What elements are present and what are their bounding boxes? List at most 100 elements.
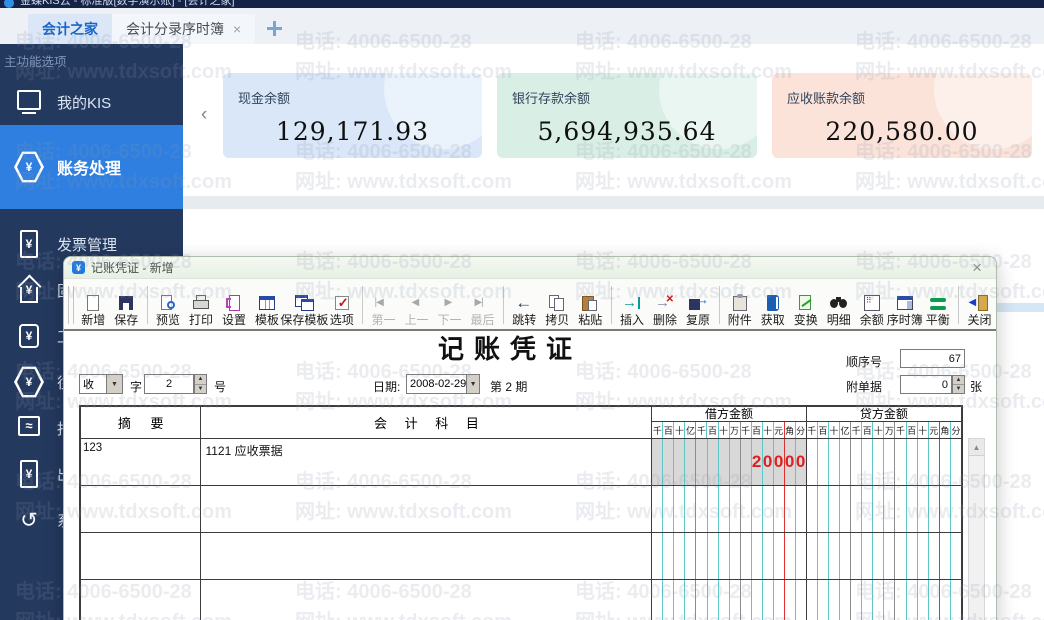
- summary-cell[interactable]: [81, 533, 201, 579]
- account-cell[interactable]: [201, 533, 652, 579]
- digit-column-label: 千: [696, 422, 707, 438]
- toolbar-button-detail[interactable]: 明细: [822, 281, 855, 329]
- account-cell[interactable]: [201, 486, 652, 532]
- summary-cell[interactable]: [81, 486, 201, 532]
- toolbar-button-insert[interactable]: 插入: [616, 281, 649, 329]
- toolbar-button-prev[interactable]: 上一: [400, 281, 433, 329]
- toolbar-button-print[interactable]: 打印: [184, 281, 217, 329]
- amount-digit-cell: [730, 439, 741, 485]
- debit-amount-cell[interactable]: [652, 533, 806, 579]
- toolbar-button-last[interactable]: 最后: [466, 281, 499, 329]
- summary-cell[interactable]: [81, 580, 201, 620]
- amount-digit-cell: [730, 486, 741, 532]
- window-title: 金蝶KIS云 - 标准版[数字演示账] - [会计之家]: [20, 0, 235, 8]
- toolbar-button-journal[interactable]: 序时簿: [888, 281, 921, 329]
- amount-digit-cell: [674, 533, 685, 579]
- toolbar-button-delete[interactable]: 删除: [649, 281, 682, 329]
- sidebar-item-0[interactable]: 我的KIS: [0, 79, 183, 125]
- toolbar-button-options[interactable]: 选项: [325, 281, 358, 329]
- date-select[interactable]: 2008-02-29 ▼: [406, 374, 480, 394]
- debit-amount-cell[interactable]: [652, 486, 806, 532]
- toolbar-button-copy[interactable]: 拷贝: [541, 281, 574, 329]
- amount-digit-cell: [851, 486, 862, 532]
- toolbar-button-transform[interactable]: 变换: [789, 281, 822, 329]
- amount-digit-cell: [663, 486, 674, 532]
- toolbar-button-save[interactable]: 保存: [110, 281, 143, 329]
- table-row: 1231121 应收票据20000: [81, 439, 961, 486]
- amount-digit-cell: [951, 580, 961, 620]
- amount-digit-cell: [652, 533, 663, 579]
- amount-digit-cell: [752, 533, 763, 579]
- toolbar-gripper[interactable]: [68, 286, 74, 324]
- toolbar-button-restore[interactable]: 复原: [682, 281, 715, 329]
- attachment-count-label: 附单据: [846, 378, 882, 395]
- toolbar-button-first[interactable]: 第一: [367, 281, 400, 329]
- scroll-up-icon[interactable]: ▲: [969, 439, 984, 456]
- amount-digit-cell: [663, 439, 674, 485]
- tab-label: 会计之家: [42, 19, 98, 39]
- account-cell[interactable]: [201, 580, 652, 620]
- dialog-close-icon[interactable]: ×: [972, 258, 982, 278]
- hex-icon: ¥: [12, 151, 46, 183]
- credit-amount-cell[interactable]: [807, 580, 961, 620]
- toolbar-button-balance[interactable]: 余额: [855, 281, 888, 329]
- chevron-down-icon[interactable]: ▼: [466, 375, 479, 393]
- amount-digit-cell: [829, 486, 840, 532]
- summary-cell[interactable]: 123: [81, 439, 201, 485]
- amount-digit-cell: [719, 439, 730, 485]
- amount-digit-cell: [862, 439, 873, 485]
- toolbar-separator: [362, 286, 363, 324]
- toolbar-button-new-doc[interactable]: 新增: [77, 281, 110, 329]
- toolbar-button-save-template[interactable]: 保存模板: [283, 281, 325, 329]
- application-window: 金蝶KIS云 - 标准版[数字演示账] - [会计之家] 会计之家会计分录序时簿…: [0, 0, 1044, 620]
- toolbar-button-settings[interactable]: 设置: [217, 281, 250, 329]
- amount-digit-cell: [840, 533, 851, 579]
- amount-digit-cell: [685, 580, 696, 620]
- credit-amount-cell[interactable]: [807, 533, 961, 579]
- toolbar-button-paste[interactable]: 粘贴: [574, 281, 607, 329]
- debit-amount-cell[interactable]: 20000: [652, 439, 806, 485]
- chevron-down-icon[interactable]: ▼: [106, 375, 122, 393]
- credit-amount-cell[interactable]: [807, 439, 961, 485]
- yen-glyph: ¥: [26, 329, 33, 343]
- new-tab-icon[interactable]: [267, 21, 282, 36]
- toolbar-button-preview[interactable]: 预览: [151, 281, 184, 329]
- amount-digit-cell: [696, 580, 707, 620]
- toolbar-button-check-balance[interactable]: 平衡: [921, 281, 954, 329]
- attachment-count-stepper[interactable]: ▲▼: [952, 375, 965, 394]
- toolbar-button-fetch[interactable]: 获取: [756, 281, 789, 329]
- toolbar-button-template[interactable]: 模板: [250, 281, 283, 329]
- voucher-number-stepper[interactable]: ▲▼: [194, 374, 207, 394]
- voucher-number-suffix: 号: [214, 378, 226, 395]
- amount-digit-cell: [741, 439, 752, 485]
- digit-column-label: 百: [663, 422, 674, 438]
- amount-digit-cell: [940, 486, 951, 532]
- account-cell[interactable]: 1121 应收票据: [201, 439, 652, 485]
- voucher-table: 摘 要 会 计 科 目 借方金额 千百十亿千百十万千百十元角分 贷方金额 千百十…: [79, 405, 963, 620]
- summary-card-green[interactable]: 银行存款余额5,694,935.64: [497, 73, 757, 158]
- voucher-word-select[interactable]: 收 ▼: [79, 374, 123, 394]
- debit-digit-grid: [652, 533, 805, 579]
- credit-amount-cell[interactable]: [807, 486, 961, 532]
- collapse-panel-arrow[interactable]: ‹: [201, 104, 207, 126]
- sequence-input[interactable]: 67: [900, 349, 965, 368]
- toolbar-button-label: 新增: [81, 314, 105, 327]
- tab-home[interactable]: 会计之家: [28, 14, 112, 44]
- summary-card-orange[interactable]: 应收账款余额220,580.00: [772, 73, 1032, 158]
- watermark-text: 网址: www.tdxsoft.com: [855, 165, 1044, 194]
- amount-digit-cell: [818, 580, 829, 620]
- toolbar-button-next[interactable]: 下一: [433, 281, 466, 329]
- tab-journal[interactable]: 会计分录序时簿×: [112, 14, 255, 44]
- toolbar-button-attachment[interactable]: 附件: [723, 281, 756, 329]
- attachment-count-input[interactable]: 0: [900, 375, 952, 394]
- card-label: 现金余额: [238, 88, 290, 107]
- toolbar-separator: [719, 286, 720, 324]
- toolbar-button-close-door[interactable]: 关闭: [963, 281, 996, 329]
- close-icon[interactable]: ×: [233, 21, 241, 37]
- voucher-number-input[interactable]: 2: [144, 374, 194, 394]
- summary-card-blue[interactable]: 现金余额129,171.93: [223, 73, 482, 158]
- dialog-vertical-scrollbar[interactable]: ▲: [968, 438, 985, 620]
- debit-amount-cell[interactable]: [652, 580, 806, 620]
- toolbar-button-goto[interactable]: 跳转: [508, 281, 541, 329]
- sidebar-item-1[interactable]: ¥账务处理: [0, 125, 183, 209]
